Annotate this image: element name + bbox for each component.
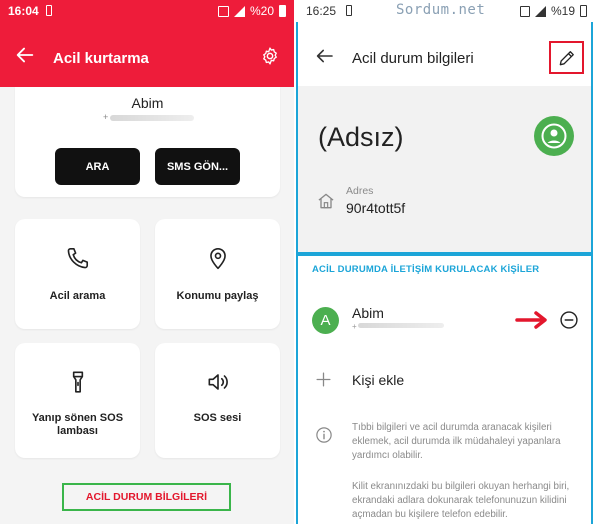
tile-label: Yanıp sönen SOS lambası [31, 412, 124, 437]
watermark: Sordum.net [396, 2, 486, 18]
flashlight-icon [72, 371, 83, 393]
phone-icon [67, 247, 88, 269]
emergency-info-link-label: ACİL DURUM BİLGİLERİ [85, 491, 208, 503]
contact-name[interactable]: Abim [352, 305, 384, 321]
left-screen: 16:04 %20 Acil kurtarma Abim + ARA SMS G… [0, 0, 294, 524]
battery-saver-icon [346, 5, 352, 16]
status-time: 16:04 [8, 4, 39, 18]
status-bar: 16:25 Sordum.net %19 [294, 0, 595, 22]
sms-button-label: SMS GÖN... [166, 160, 229, 173]
sms-button[interactable]: SMS GÖN... [155, 148, 240, 185]
tile-sos-flashlight[interactable]: Yanıp sönen SOS lambası [15, 343, 140, 458]
call-button-label: ARA [85, 160, 110, 173]
speaker-icon [208, 374, 228, 390]
edit-button[interactable] [549, 41, 584, 74]
sim-icon [217, 5, 229, 17]
tile-share-location[interactable]: Konumu paylaş [155, 219, 280, 329]
contact-name: Abim [131, 95, 164, 111]
contact-phone-prefix: + [352, 322, 357, 331]
battery-icon [279, 5, 286, 17]
remove-contact-icon[interactable] [559, 310, 579, 330]
status-icons: %19 [519, 4, 587, 18]
plus-icon[interactable] [315, 371, 332, 388]
battery-percent: %19 [550, 4, 575, 18]
location-pin-icon [209, 248, 226, 270]
tile-label: Konumu paylaş [176, 290, 259, 302]
page-title: Acil kurtarma [53, 50, 149, 67]
status-icons: %20 [217, 4, 286, 18]
blurred-phone-number [110, 115, 194, 121]
add-contact-button[interactable]: Kişi ekle [352, 372, 404, 388]
status-bar: 16:04 %20 [0, 0, 294, 22]
tile-label: SOS sesi [193, 412, 242, 424]
tile-emergency-call[interactable]: Acil arama [15, 219, 140, 329]
tile-label: Acil arama [49, 290, 106, 302]
battery-percent: %20 [249, 4, 274, 18]
contact-phone-prefix: + [103, 112, 109, 122]
section-title: ACİL DURUMDA İLETİŞİM KURULACAK KİŞİLER [312, 264, 540, 275]
signal-icon [233, 5, 245, 17]
contact-avatar: A [312, 307, 339, 334]
blurred-phone-number [358, 323, 444, 328]
call-button[interactable]: ARA [55, 148, 140, 185]
app-bar: Acil kurtarma [0, 22, 294, 87]
contact-avatar-initial: A [320, 312, 331, 329]
battery-saver-icon [46, 5, 52, 16]
back-arrow-icon[interactable] [14, 44, 36, 66]
status-time: 16:25 [306, 4, 337, 18]
red-arrow-annotation-icon [515, 311, 547, 329]
info-paragraph-1: Tıbbi bilgileri ve acil durumda aranacak… [352, 422, 561, 461]
signal-icon [534, 5, 546, 17]
emergency-info-link[interactable]: ACİL DURUM BİLGİLERİ [62, 483, 231, 511]
right-screen: 16:25 Sordum.net %19 Acil durum bilgiler… [294, 0, 595, 524]
pencil-icon [559, 50, 574, 65]
info-icon [316, 427, 332, 443]
gear-icon[interactable] [260, 46, 280, 66]
battery-icon [580, 5, 587, 17]
sim-icon [519, 5, 530, 17]
tile-sos-sound[interactable]: SOS sesi [155, 343, 280, 458]
info-paragraph-2: Kilit ekranınızdaki bu bilgileri okuyan … [352, 481, 570, 520]
emergency-contact-card: Abim + ARA SMS GÖN... [15, 87, 280, 197]
